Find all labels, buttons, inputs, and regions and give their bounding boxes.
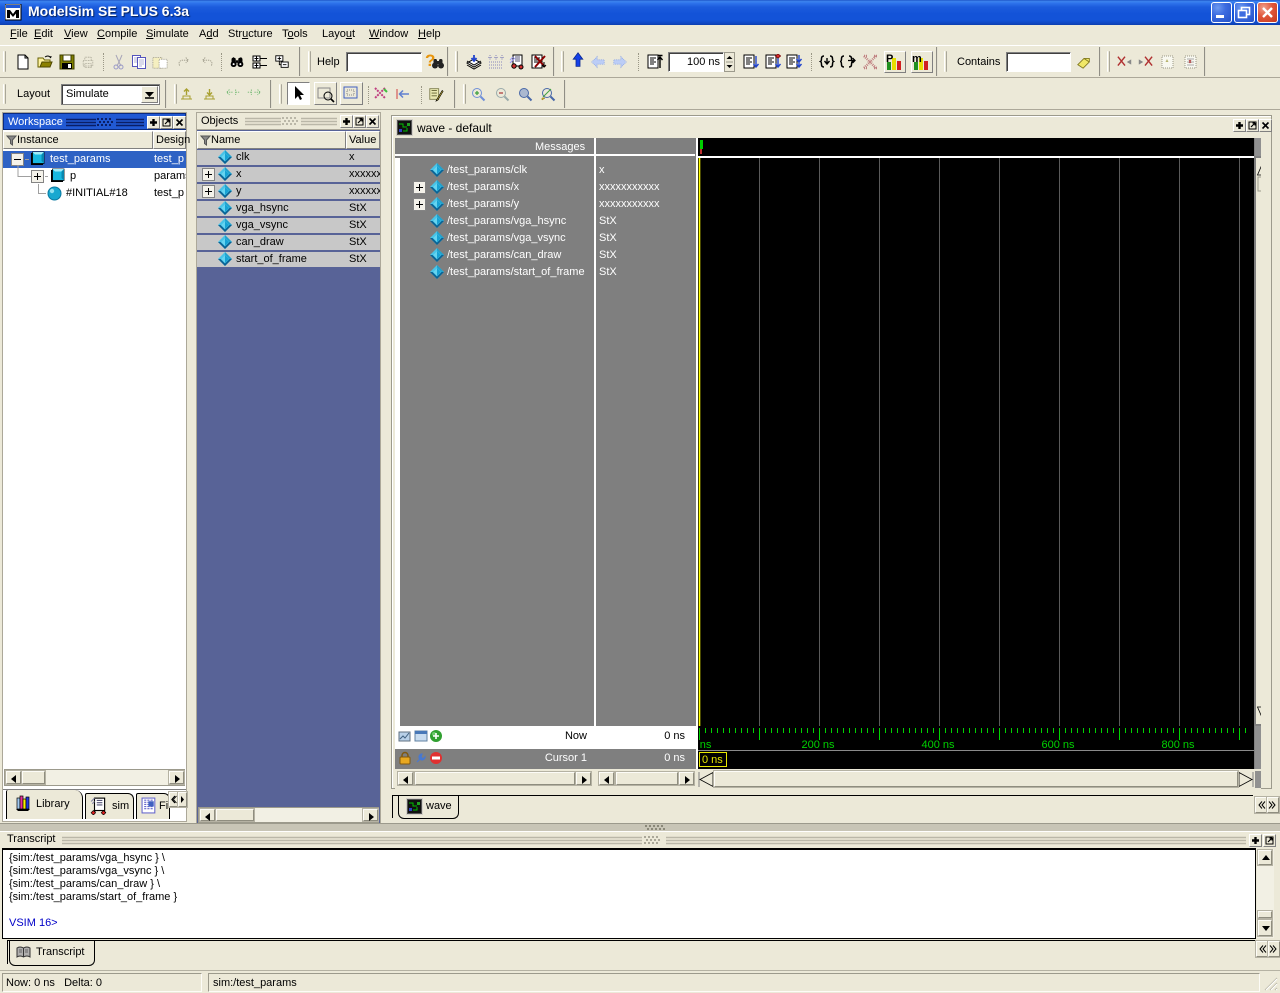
svg-text:P: P — [886, 53, 893, 65]
svg-text:m: m — [912, 53, 922, 65]
